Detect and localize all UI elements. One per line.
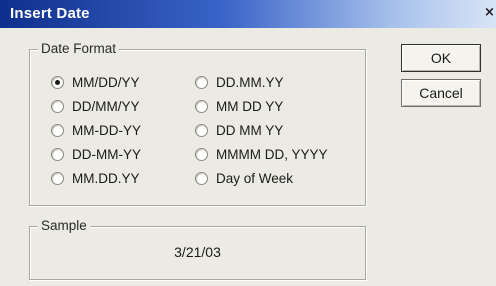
radio-label: MM DD YY (216, 98, 284, 114)
radio-button-icon[interactable] (195, 99, 208, 113)
radio-label: MM-DD-YY (72, 122, 141, 138)
radio-button-icon[interactable] (51, 123, 64, 137)
sample-label: Sample (38, 218, 90, 233)
radio-mmmm-dd-yyyy[interactable]: MMMM DD, YYYY (195, 145, 328, 163)
cancel-button[interactable]: Cancel (401, 79, 481, 107)
sample-date-value: 3/21/03 (174, 244, 221, 260)
radio-label: DD MM YY (216, 122, 284, 138)
radio-dd-mm-yy-dot[interactable]: DD.MM.YY (195, 73, 284, 91)
radio-button-icon[interactable] (51, 99, 64, 113)
radio-label: DD-MM-YY (72, 146, 141, 162)
radio-day-of-week[interactable]: Day of Week (195, 169, 293, 187)
ok-button[interactable]: OK (401, 44, 481, 72)
radio-mm-dd-yy-space[interactable]: MM DD YY (195, 97, 283, 115)
radio-mm-dd-yy-dash[interactable]: MM-DD-YY (51, 121, 141, 139)
title-bar[interactable]: Insert Date × (0, 0, 496, 28)
date-format-group: Date Format MM/DD/YY DD/MM/YY MM-DD-YY D… (29, 41, 366, 206)
close-icon[interactable]: × (484, 5, 496, 21)
radio-label: MM.DD.YY (72, 170, 140, 186)
radio-dd-mm-yy-slash[interactable]: DD/MM/YY (51, 97, 140, 115)
date-format-label: Date Format (38, 41, 120, 56)
radio-dd-mm-yy-dash[interactable]: DD-MM-YY (51, 145, 141, 163)
radio-label: MM/DD/YY (72, 74, 140, 90)
radio-button-icon[interactable] (51, 171, 64, 185)
radio-button-icon[interactable] (51, 75, 64, 89)
radio-button-icon[interactable] (195, 123, 208, 137)
radio-mm-dd-yy-dot[interactable]: MM.DD.YY (51, 169, 140, 187)
radio-label: DD.MM.YY (216, 74, 284, 90)
radio-label: DD/MM/YY (72, 98, 140, 114)
radio-dd-mm-yy-space[interactable]: DD MM YY (195, 121, 283, 139)
radio-button-icon[interactable] (51, 147, 64, 161)
radio-label: MMMM DD, YYYY (216, 146, 328, 162)
insert-date-dialog: Insert Date × Date Format MM/DD/YY DD/MM… (0, 0, 496, 286)
radio-label: Day of Week (216, 170, 294, 186)
radio-button-icon[interactable] (195, 75, 208, 89)
radio-button-icon[interactable] (195, 171, 208, 185)
dialog-title: Insert Date (10, 5, 90, 22)
sample-group: Sample 3/21/03 (29, 218, 366, 280)
radio-button-icon[interactable] (195, 147, 208, 161)
radio-mm-dd-yy-slash[interactable]: MM/DD/YY (51, 73, 140, 91)
